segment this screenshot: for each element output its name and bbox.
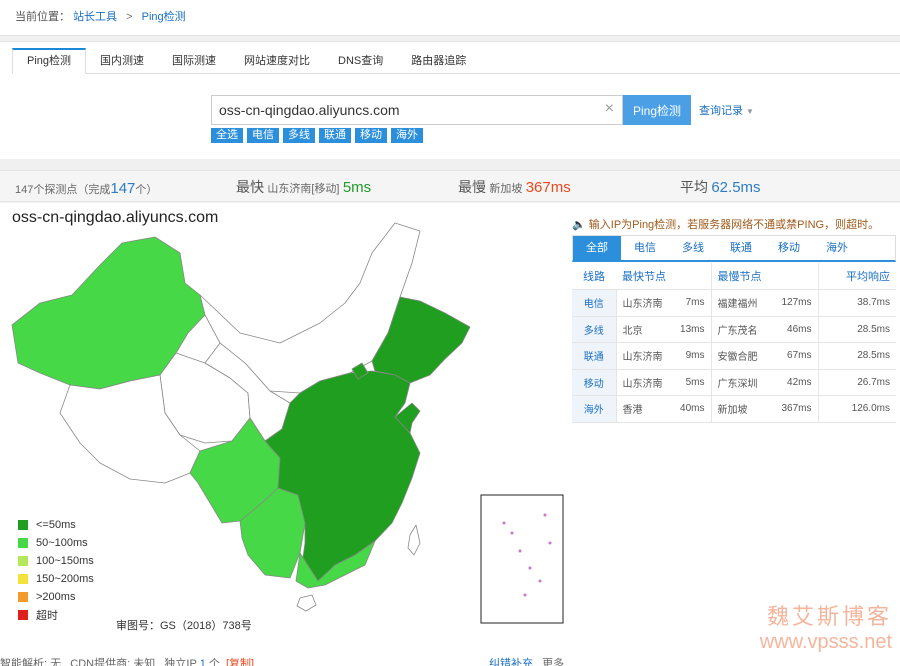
result-tabs: 全部 电信 多线 联通 移动 海外 — [572, 235, 896, 262]
ip-count-link[interactable]: 1 — [200, 658, 206, 666]
feedback-link[interactable]: 纠错补充 — [489, 658, 533, 666]
south-china-sea-inset — [480, 494, 564, 624]
slowest-value: 367ms — [525, 179, 571, 196]
table-row: 移动 山东济南 5ms 广东深圳 42ms 26.7ms — [572, 369, 896, 396]
search-box: × — [211, 95, 623, 125]
legend-item: <=50ms — [18, 516, 94, 534]
search-input[interactable] — [212, 96, 592, 124]
legend-swatch — [18, 556, 28, 566]
header-fastest: 最快节点 — [616, 263, 712, 290]
slowest-stat: 最慢 新加坡 367ms — [458, 179, 571, 196]
table-row: 电信 山东济南 7ms 福建福州 127ms 38.7ms — [572, 289, 896, 317]
average-value: 62.5ms — [711, 179, 761, 196]
legend-item: 150~200ms — [18, 570, 94, 588]
table-row: 联通 山东济南 9ms 安徽合肥 67ms 28.5ms — [572, 342, 896, 370]
table-row: 多线 北京 13ms 广东茂名 46ms 28.5ms — [572, 316, 896, 343]
legend-item: 50~100ms — [18, 534, 94, 552]
breadcrumb-separator: > — [126, 11, 133, 23]
tab-speed-compare[interactable]: 网站速度对比 — [230, 48, 324, 74]
tab-traceroute[interactable]: 路由器追踪 — [397, 48, 480, 74]
table-row: 海外 香港 40ms 新加坡 367ms 126.0ms — [572, 395, 896, 423]
tab-ping[interactable]: Ping检测 — [12, 48, 87, 74]
legend-swatch — [18, 538, 28, 548]
smart-resolve: 智能解析: 无 — [0, 658, 62, 666]
probe-done-count: 147 — [110, 180, 136, 197]
watermark-url: www.vpsss.net — [759, 631, 892, 653]
map-title: oss-cn-qingdao.aliyuncs.com — [12, 209, 219, 226]
header-line: 线路 — [572, 263, 616, 290]
probe-count: 147个探测点（完成147个） — [15, 180, 158, 197]
history-dropdown[interactable]: 查询记录 ▼ — [699, 102, 754, 118]
clear-icon[interactable]: × — [605, 100, 614, 118]
tab-international-speed[interactable]: 国际测速 — [158, 48, 230, 74]
filter-unicom[interactable]: 联通 — [319, 128, 351, 143]
tool-tabs: Ping检测 国内测速 国际测速 网站速度对比 DNS查询 路由器追踪 — [12, 48, 480, 74]
ping-button[interactable]: Ping检测 — [623, 95, 691, 125]
more-link[interactable]: 更多 — [542, 658, 564, 666]
result-tab-multiline[interactable]: 多线 — [669, 236, 717, 260]
fastest-value: 5ms — [342, 179, 372, 196]
results-table: 线路 最快节点 最慢节点 平均响应 电信 山东济南 7ms 福建福州 127ms… — [572, 263, 896, 423]
main-content: oss-cn-qingdao.aliyuncs.com <=50ms 50~10… — [0, 203, 900, 666]
stats-bar: 147个探测点（完成147个） 最快 山东济南[移动] 5ms 最慢 新加坡 3… — [0, 170, 900, 202]
header-average: 平均响应 — [818, 263, 896, 290]
filter-telecom[interactable]: 电信 — [247, 128, 279, 143]
result-tab-unicom[interactable]: 联通 — [717, 236, 765, 260]
breadcrumb-link-tools[interactable]: 站长工具 — [73, 11, 117, 23]
filter-overseas[interactable]: 海外 — [391, 128, 423, 143]
chevron-down-icon: ▼ — [746, 107, 754, 116]
result-tab-mobile[interactable]: 移动 — [765, 236, 813, 260]
notice-text: 🔈 输入IP为Ping检测，若服务器网络不通或禁PING，则超时。 — [572, 219, 880, 231]
cdn-provider: CDN提供商: 未知 — [70, 658, 156, 666]
breadcrumb-prefix: 当前位置： — [15, 11, 70, 23]
legend-swatch — [18, 520, 28, 530]
tab-dns[interactable]: DNS查询 — [324, 48, 397, 74]
filter-mobile[interactable]: 移动 — [355, 128, 387, 143]
legend-item: >200ms — [18, 588, 94, 606]
breadcrumb-current[interactable]: Ping检测 — [142, 11, 186, 23]
ip-label: 独立IP — [164, 658, 197, 666]
result-tab-overseas[interactable]: 海外 — [813, 236, 861, 260]
legend-item: 100~150ms — [18, 552, 94, 570]
slowest-location: 新加坡 — [489, 183, 523, 195]
tab-domestic-speed[interactable]: 国内测速 — [86, 48, 158, 74]
line-filters: 全选 电信 多线 联通 移动 海外 — [211, 128, 427, 143]
legend-swatch — [18, 592, 28, 602]
breadcrumb: 当前位置： 站长工具 > Ping检测 — [0, 0, 900, 36]
watermark: 魏艾斯博客 www.vpsss.net — [760, 599, 892, 654]
map-region-hainan[interactable] — [296, 594, 317, 612]
resolve-info-bar: 智能解析: 无 CDN提供商: 未知 独立IP 1 个 [复制] 纠错补充 更多 — [0, 655, 564, 666]
tool-panel: Ping检测 国内测速 国际测速 网站速度对比 DNS查询 路由器追踪 × Pi… — [0, 41, 900, 159]
legend-swatch — [18, 574, 28, 584]
fastest-location: 山东济南[移动] — [267, 183, 340, 195]
result-tab-telecom[interactable]: 电信 — [621, 236, 669, 260]
filter-all[interactable]: 全选 — [211, 128, 243, 143]
map-approval-number: 审图号：GS（2018）738号 — [116, 620, 252, 632]
table-header-row: 线路 最快节点 最慢节点 平均响应 — [572, 263, 896, 290]
header-slowest: 最慢节点 — [711, 263, 819, 290]
map-legend: <=50ms 50~100ms 100~150ms 150~200ms >200… — [18, 516, 94, 624]
watermark-title: 魏艾斯博客 — [766, 605, 892, 630]
map-region-taiwan[interactable] — [407, 524, 421, 556]
legend-item: 超时 — [18, 606, 94, 624]
average-stat: 平均 62.5ms — [680, 179, 761, 196]
filter-multiline[interactable]: 多线 — [283, 128, 315, 143]
fastest-stat: 最快 山东济南[移动] 5ms — [236, 179, 372, 196]
history-label: 查询记录 — [699, 105, 743, 117]
legend-swatch — [18, 610, 28, 620]
ip-unit: 个 — [208, 658, 220, 666]
speaker-icon: 🔈 — [572, 219, 586, 231]
result-tab-all[interactable]: 全部 — [573, 236, 621, 260]
copy-link[interactable]: [复制] — [226, 658, 254, 666]
